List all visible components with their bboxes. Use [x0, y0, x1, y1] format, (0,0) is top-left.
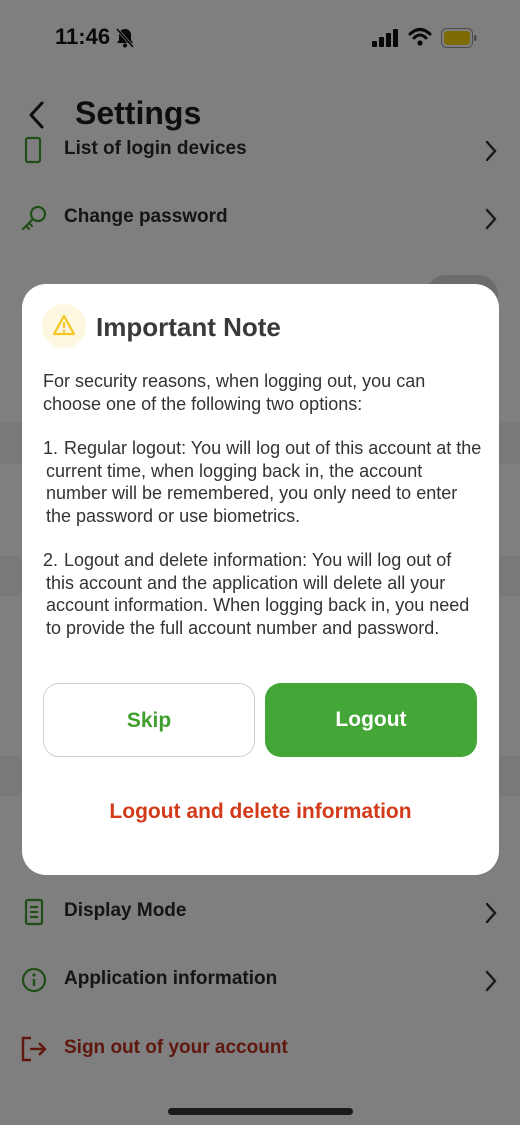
logout-button[interactable]: Logout — [265, 683, 477, 757]
option-description-1: 1. Regular logout: You will log out of t… — [43, 437, 483, 527]
dialog-intro: For security reasons, when logging out, … — [43, 371, 426, 414]
option-text: Logout and delete information: You will … — [46, 550, 470, 638]
home-indicator — [168, 1108, 353, 1115]
important-note-dialog: Important Note For security reasons, whe… — [22, 284, 499, 875]
option-description-2: 2. Logout and delete information: You wi… — [43, 549, 483, 639]
skip-button[interactable]: Skip — [43, 683, 255, 757]
dialog-title: Important Note — [96, 312, 281, 342]
option-text: Regular logout: You will log out of this… — [46, 438, 482, 526]
option-number: 2. — [43, 550, 59, 570]
warning-icon — [52, 314, 76, 336]
option-number: 1. — [43, 438, 59, 458]
warning-badge — [42, 304, 86, 348]
logout-delete-button[interactable]: Logout and delete information — [22, 800, 499, 824]
